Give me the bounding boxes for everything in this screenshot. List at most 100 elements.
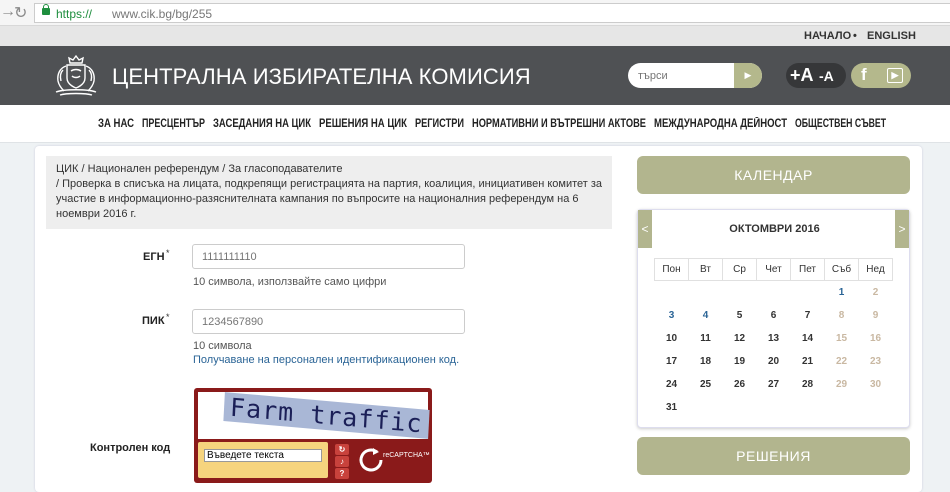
site-title[interactable]: ЦЕНТРАЛНА ИЗБИРАТЕЛНА КОМИСИЯ xyxy=(112,64,531,90)
calendar-day[interactable]: 19 xyxy=(723,350,757,373)
calendar-day[interactable]: 25 xyxy=(689,373,723,396)
search-play-icon[interactable]: ▶ xyxy=(734,63,762,88)
url-text: www.cik.bg/bg/255 xyxy=(112,7,213,21)
calendar-day[interactable]: 23 xyxy=(859,350,893,373)
pik-hint: 10 символа xyxy=(193,340,252,352)
calendar-day[interactable]: 8 xyxy=(825,304,859,327)
weekday-header: Чет xyxy=(756,258,791,281)
youtube-icon[interactable]: ▶ xyxy=(887,68,903,83)
nav-item-press-center[interactable]: ПРЕСЦЕНТЪР xyxy=(142,118,205,130)
search-box: ▶ xyxy=(628,63,762,88)
pik-input[interactable] xyxy=(192,309,465,334)
calendar-day[interactable]: 13 xyxy=(757,327,791,350)
calendar-day[interactable]: 12 xyxy=(723,327,757,350)
font-decrease-button[interactable]: -A xyxy=(819,68,834,84)
calendar-day[interactable]: 14 xyxy=(791,327,825,350)
nav-item-international[interactable]: МЕЖДУНАРОДНА ДЕЙНОСТ xyxy=(654,118,787,130)
font-size-controls: +A -A xyxy=(786,63,846,88)
calendar-day[interactable]: 10 xyxy=(655,327,689,350)
calendar-day[interactable]: 4 xyxy=(689,304,723,327)
refresh-icon[interactable]: ↻ xyxy=(335,444,349,455)
url-field[interactable]: https:// www.cik.bg/bg/255 xyxy=(34,3,950,23)
calendar-day[interactable]: 5 xyxy=(723,304,757,327)
calendar-day[interactable]: 27 xyxy=(757,373,791,396)
calendar-day[interactable]: 7 xyxy=(791,304,825,327)
calendar-day[interactable]: 6 xyxy=(757,304,791,327)
calendar-day[interactable]: 9 xyxy=(859,304,893,327)
calendar-week-row: 10 11 12 13 14 15 16 xyxy=(655,327,893,350)
calendar-week-row: 17 18 19 20 21 22 23 xyxy=(655,350,893,373)
calendar-day[interactable]: 2 xyxy=(859,281,893,304)
recaptcha-widget: Farm traffic ↻ ♪ ? reCAPTCHA™ xyxy=(194,388,432,483)
calendar-day[interactable]: 30 xyxy=(859,373,893,396)
weekday-header: Нед xyxy=(858,258,893,281)
captcha-label: Контролен код xyxy=(90,442,171,454)
decisions-button[interactable]: РЕШЕНИЯ xyxy=(637,437,910,475)
nav-item-decisions[interactable]: РЕШЕНИЯ НА ЦИК xyxy=(319,118,407,130)
calendar-button[interactable]: КАЛЕНДАР xyxy=(637,156,910,194)
calendar-day[interactable]: 24 xyxy=(655,373,689,396)
breadcrumb-line[interactable]: ЦИК / Национален референдум / За гласопо… xyxy=(56,162,602,177)
calendar-empty-cell xyxy=(791,281,825,304)
weekday-header: Ср xyxy=(722,258,757,281)
recaptcha-arrow-icon xyxy=(359,448,383,472)
calendar-empty-cell xyxy=(723,281,757,304)
captcha-response-input[interactable] xyxy=(204,449,322,462)
help-icon[interactable]: ? xyxy=(335,468,349,479)
reload-icon[interactable]: ↻ xyxy=(14,3,27,23)
egn-required-mark: * xyxy=(166,248,170,258)
calendar-day[interactable]: 16 xyxy=(859,327,893,350)
weekday-header: Съб xyxy=(824,258,859,281)
egn-input[interactable] xyxy=(192,244,465,269)
nav-item-sessions[interactable]: ЗАСЕДАНИЯ НА ЦИК xyxy=(213,118,311,130)
weekday-header: Вт xyxy=(688,258,723,281)
main-navigation: ЗА НАС ПРЕСЦЕНТЪР ЗАСЕДАНИЯ НА ЦИК РЕШЕН… xyxy=(0,105,950,143)
calendar-day[interactable]: 26 xyxy=(723,373,757,396)
nav-item-public-council[interactable]: ОБЩЕСТВЕН СЪВЕТ xyxy=(795,118,886,130)
social-links: f ▶ xyxy=(851,63,911,88)
nav-item-normative-acts[interactable]: НОРМАТИВНИ И ВЪТРЕШНИ АКТОВЕ xyxy=(472,118,646,130)
coat-of-arms-logo[interactable] xyxy=(48,52,104,98)
pik-help-link[interactable]: Получаване на персонален идентификационе… xyxy=(193,354,459,366)
prev-month-icon[interactable]: < xyxy=(638,210,652,248)
calendar-day[interactable]: 20 xyxy=(757,350,791,373)
home-link[interactable]: НАЧАЛО xyxy=(804,30,851,42)
next-month-icon[interactable]: > xyxy=(895,210,909,248)
search-input[interactable] xyxy=(628,63,734,88)
calendar-empty-cell xyxy=(757,281,791,304)
font-increase-button[interactable]: +A xyxy=(790,65,814,86)
nav-item-registers[interactable]: РЕГИСТРИ xyxy=(415,118,464,130)
calendar-day[interactable]: 3 xyxy=(655,304,689,327)
nav-item-about[interactable]: ЗА НАС xyxy=(98,118,134,130)
calendar-empty-cell xyxy=(859,396,893,419)
calendar-day[interactable]: 15 xyxy=(825,327,859,350)
calendar-day[interactable]: 17 xyxy=(655,350,689,373)
recaptcha-brand: reCAPTCHA™ xyxy=(383,452,430,459)
calendar-day[interactable]: 22 xyxy=(825,350,859,373)
calendar-empty-cell xyxy=(655,281,689,304)
calendar-day[interactable]: 11 xyxy=(689,327,723,350)
breadcrumb-line: участие в информационно-разяснителната к… xyxy=(56,193,579,205)
calendar-month-title: ОКТОМВРИ 2016 xyxy=(729,223,820,235)
captcha-text: Farm traffic xyxy=(223,392,430,439)
url-scheme: https:// xyxy=(56,7,93,21)
calendar-day[interactable]: 31 xyxy=(655,396,689,419)
captcha-entry-area xyxy=(198,442,328,478)
english-link[interactable]: ENGLISH xyxy=(867,30,916,42)
facebook-icon[interactable]: f xyxy=(861,65,867,85)
pik-required-mark: * xyxy=(166,312,170,322)
breadcrumb-line: / Проверка в списъка на лицата, подкрепя… xyxy=(56,178,603,190)
egn-hint: 10 символа, използвайте само цифри xyxy=(193,276,387,288)
calendar-day[interactable]: 21 xyxy=(791,350,825,373)
calendar-week-row: 31 xyxy=(655,396,893,419)
weekday-header: Пет xyxy=(790,258,825,281)
calendar-day[interactable]: 29 xyxy=(825,373,859,396)
calendar-grid: Пон Вт Ср Чет Пет Съб Нед 1 2 3 4 5 6 7 8 9 10 11 12 13 14 1… xyxy=(654,258,893,419)
calendar-day[interactable]: 18 xyxy=(689,350,723,373)
browser-address-bar: → ↻ https:// www.cik.bg/bg/255 xyxy=(0,0,950,26)
calendar-day[interactable]: 28 xyxy=(791,373,825,396)
recaptcha-logo: reCAPTCHA™ xyxy=(356,442,430,478)
calendar-day[interactable]: 1 xyxy=(825,281,859,304)
audio-icon[interactable]: ♪ xyxy=(335,456,349,467)
calendar-week-row: 24 25 26 27 28 29 30 xyxy=(655,373,893,396)
